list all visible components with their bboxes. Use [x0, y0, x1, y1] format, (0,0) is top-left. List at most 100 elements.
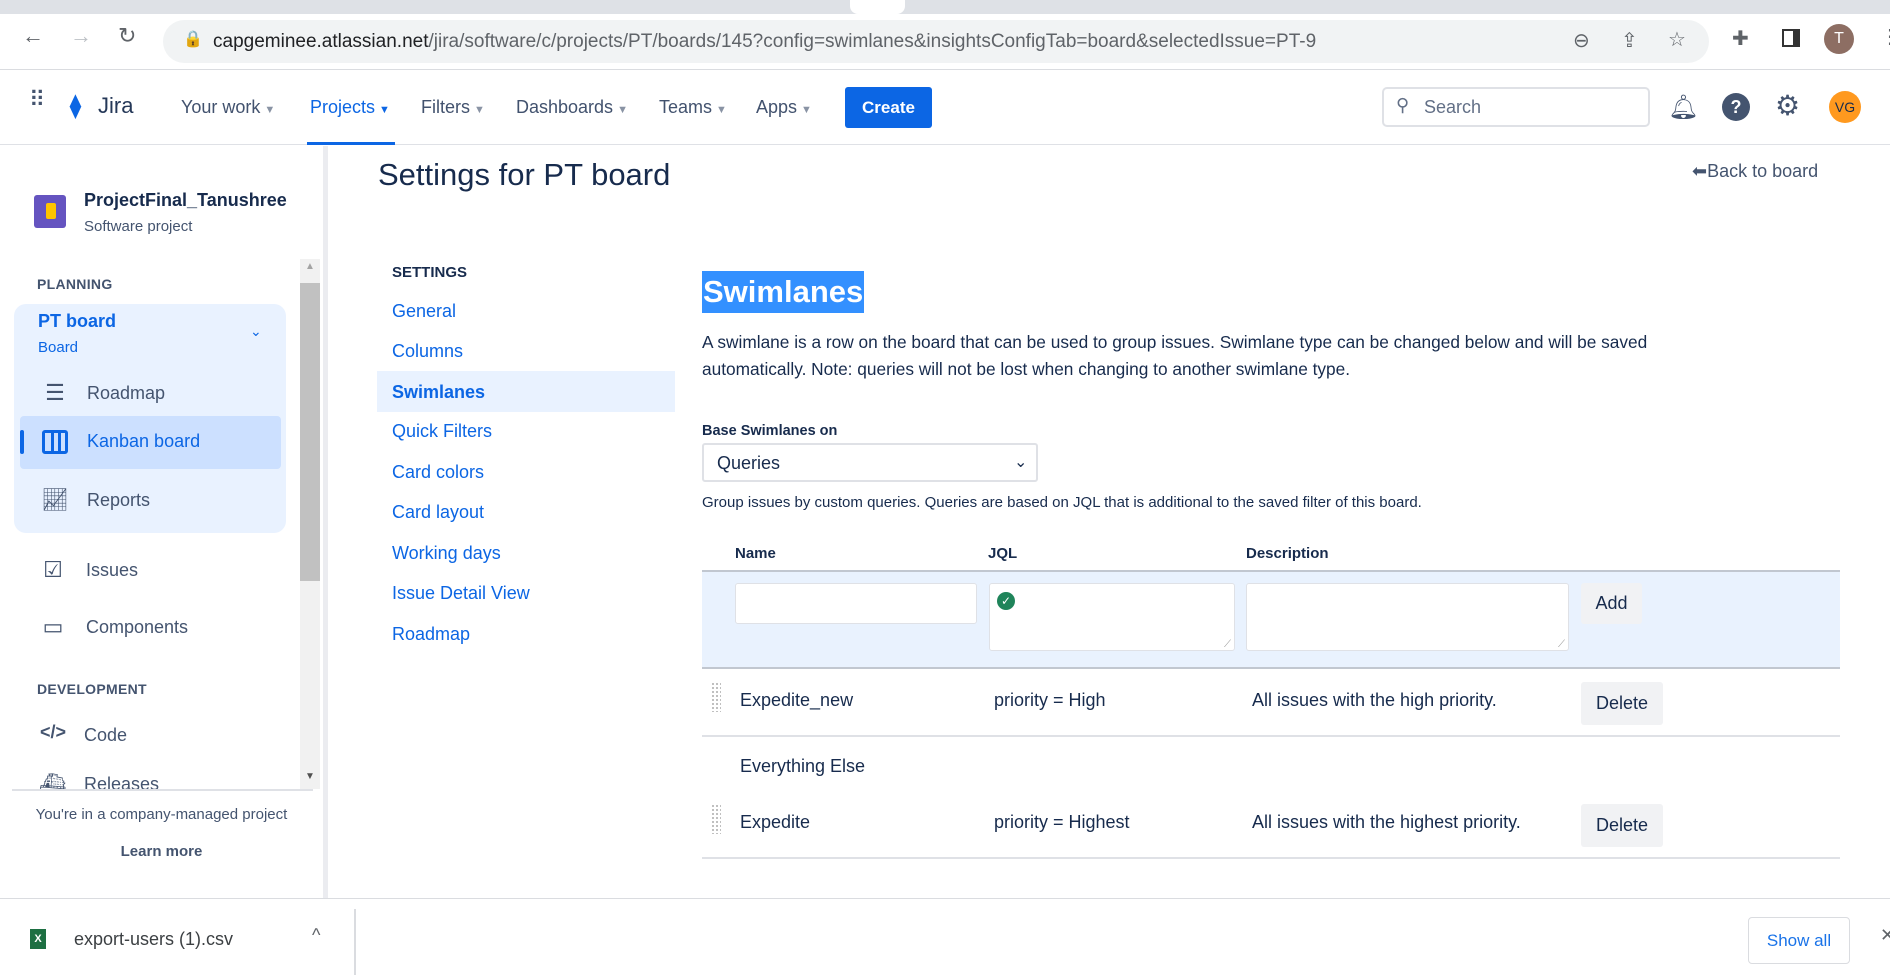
column-header-description: Description [1246, 545, 1329, 562]
sidebar-item-label: Components [86, 617, 189, 637]
scrollbar-thumb[interactable] [300, 283, 320, 581]
chevron-down-icon: ▼ [379, 104, 390, 116]
nav-apps[interactable]: Apps ▼ [756, 97, 812, 118]
delete-button[interactable]: Delete [1581, 804, 1663, 847]
swimlane-description[interactable]: All issues with the high priority. [1252, 690, 1497, 711]
forward-icon[interactable]: → [70, 23, 92, 49]
nav-label: Teams [659, 97, 713, 117]
settings-nav-card-layout[interactable]: Card layout [392, 502, 484, 523]
help-icon[interactable]: ? [1722, 93, 1750, 121]
sidebar-item-label: Code [84, 725, 128, 745]
settings-nav-card-colors[interactable]: Card colors [392, 462, 484, 483]
nav-teams[interactable]: Teams ▼ [659, 97, 727, 118]
active-tab[interactable] [850, 0, 905, 14]
swimlane-description[interactable]: All issues with the highest priority. [1252, 812, 1521, 833]
swimlane-name[interactable]: Expedite_new [740, 690, 853, 711]
share-icon[interactable]: ⇪ [1621, 28, 1638, 53]
jira-wordmark[interactable]: Jira [98, 93, 133, 119]
swimlanes-help-text: Group issues by custom queries. Queries … [702, 494, 1422, 511]
search-input[interactable]: ⚲ Search [1382, 87, 1650, 127]
settings-nav-quick-filters[interactable]: Quick Filters [392, 421, 492, 442]
selected-indicator [20, 430, 24, 454]
swimlane-name[interactable]: Expedite [740, 812, 810, 833]
new-jql-input[interactable]: ✓ ⟋ [989, 583, 1235, 651]
settings-nav-swimlanes[interactable]: Swimlanes [392, 382, 485, 403]
extensions-icon[interactable]: ✚ [1732, 26, 1749, 51]
sidebar-item-issues[interactable]: ☑ Issues [20, 549, 280, 593]
chevron-down-icon: ▼ [617, 104, 628, 116]
sidebar-item-components[interactable]: ▭ Components [20, 606, 280, 650]
sidebar-item-roadmap[interactable]: ☰ Roadmap [20, 372, 280, 416]
chevron-down-icon[interactable]: ⌄ [250, 323, 262, 340]
notifications-icon[interactable]: 🔔︎ [1668, 93, 1698, 122]
sidebar-scrollbar[interactable]: ▲ ▼ [300, 259, 320, 789]
resize-handle-icon[interactable]: ⟋ [1558, 639, 1565, 650]
nav-label: Your work [181, 97, 261, 117]
sidebar-item-label: Reports [87, 490, 151, 510]
settings-nav-issue-detail-view[interactable]: Issue Detail View [392, 583, 530, 604]
project-name[interactable]: ProjectFinal_Tanushree [84, 190, 287, 211]
scroll-up-icon[interactable]: ▲ [305, 261, 315, 272]
releases-icon: ⛴ [39, 772, 67, 789]
settings-nav-working-days[interactable]: Working days [392, 543, 501, 564]
zoom-icon[interactable]: ⊖ [1573, 28, 1590, 53]
menu-icon[interactable]: ⋮ [1880, 24, 1890, 49]
lock-icon: 🔒 [183, 31, 203, 48]
delete-button[interactable]: Delete [1581, 682, 1663, 725]
base-swimlanes-select[interactable]: Queries ⌄ [702, 443, 1038, 482]
nav-projects[interactable]: Projects ▼ [310, 97, 390, 118]
sidebar-resize-handle[interactable] [323, 146, 328, 898]
back-icon[interactable]: ← [22, 23, 44, 49]
drag-handle-icon[interactable] [711, 682, 721, 712]
sidebar-item-releases[interactable]: ⛴ Releases [20, 768, 280, 789]
swimlanes-description-line1: A swimlane is a row on the board that ca… [702, 332, 1648, 352]
show-all-button[interactable]: Show all [1748, 917, 1850, 964]
close-downloads-icon[interactable]: ✕ [1880, 925, 1890, 946]
nav-filters[interactable]: Filters ▼ [421, 97, 485, 118]
scroll-down-icon[interactable]: ▼ [305, 771, 315, 782]
back-to-board-link[interactable]: ⬅Back to board [1692, 161, 1818, 182]
sidebar-item-kanban-board[interactable]: Kanban board [20, 416, 281, 469]
nav-your-work[interactable]: Your work ▼ [181, 97, 275, 118]
settings-nav-roadmap[interactable]: Roadmap [392, 624, 470, 645]
new-description-input[interactable]: ⟋ [1246, 583, 1569, 651]
new-name-input[interactable] [735, 583, 977, 624]
bookmark-star-icon[interactable]: ☆ [1668, 27, 1686, 52]
download-file-name[interactable]: export-users (1).csv [74, 929, 233, 950]
jira-logo-icon[interactable]: ⧫ [70, 93, 92, 118]
app-switcher-icon[interactable]: ⠿ [29, 89, 45, 111]
browser-tab-strip[interactable] [0, 0, 1890, 14]
active-nav-underline [307, 142, 395, 145]
url-host: capgeminee.atlassian.net [213, 31, 429, 52]
user-avatar[interactable]: VG [1829, 91, 1861, 123]
excel-file-icon: X [30, 929, 46, 949]
url-text[interactable]: capgeminee.atlassian.net/jira/software/c… [213, 31, 1316, 53]
board-name[interactable]: PT board [38, 311, 116, 332]
sidebar-item-code[interactable]: </> Code [20, 714, 280, 758]
settings-nav-general[interactable]: General [392, 301, 456, 322]
project-avatar[interactable] [34, 195, 66, 228]
resize-handle-icon[interactable]: ⟋ [1224, 639, 1231, 650]
learn-more-link[interactable]: Learn more [0, 843, 323, 860]
address-bar[interactable]: 🔒 capgeminee.atlassian.net/jira/software… [163, 20, 1709, 63]
drag-handle-icon[interactable] [711, 804, 721, 834]
project-type: Software project [84, 218, 193, 235]
nav-dashboards[interactable]: Dashboards ▼ [516, 97, 628, 118]
create-button[interactable]: Create [845, 87, 932, 128]
reload-icon[interactable]: ↻ [118, 23, 136, 49]
side-panel-icon[interactable] [1782, 29, 1800, 47]
back-arrow-icon: ⬅ [1692, 161, 1708, 181]
chevron-up-icon[interactable]: ^ [312, 925, 320, 946]
sidebar-item-reports[interactable]: 📈︎ Reports [20, 479, 280, 523]
planning-heading: PLANNING [37, 276, 113, 292]
base-swimlanes-label: Base Swimlanes on [702, 423, 838, 439]
swimlane-jql[interactable]: priority = High [994, 690, 1106, 711]
swimlane-jql[interactable]: priority = Highest [994, 812, 1130, 833]
add-button[interactable]: Add [1581, 583, 1642, 624]
search-icon: ⚲ [1396, 95, 1410, 115]
settings-nav-columns[interactable]: Columns [392, 341, 463, 362]
profile-avatar[interactable]: T [1824, 24, 1854, 54]
row-divider [702, 857, 1840, 859]
settings-gear-icon[interactable]: ⚙ [1775, 89, 1800, 122]
issues-icon: ☑ [43, 557, 63, 582]
